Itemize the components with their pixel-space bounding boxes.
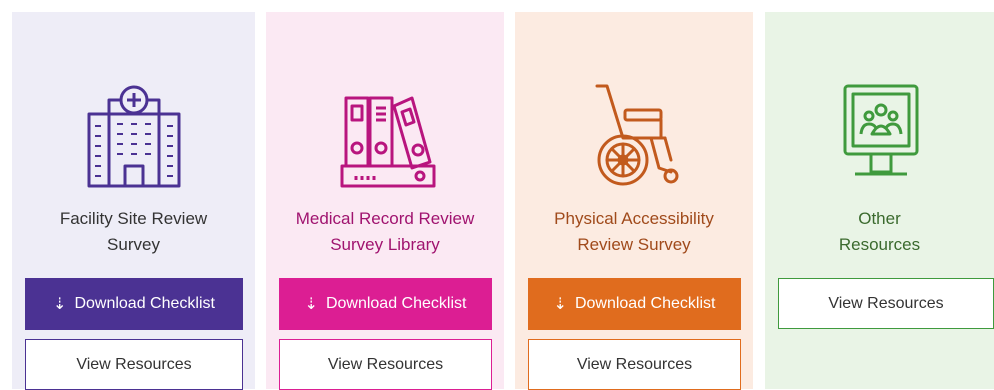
card-title-line2: Survey xyxy=(107,235,160,254)
view-resources-button[interactable]: View Resources xyxy=(528,339,741,390)
view-resources-button[interactable]: View Resources xyxy=(279,339,492,390)
card-title-line1: Physical Accessibility xyxy=(554,209,714,228)
hospital-building-icon xyxy=(79,76,189,192)
card-facility-site-review: Facility Site Review Survey ⇣ Download C… xyxy=(12,12,255,390)
card-title-line2: Survey Library xyxy=(330,235,440,254)
download-checklist-button[interactable]: ⇣ Download Checklist xyxy=(528,278,741,330)
card-title: Medical Record Review Survey Library xyxy=(266,206,504,258)
download-label: Download Checklist xyxy=(574,295,716,312)
card-medical-record-review: Medical Record Review Survey Library ⇣ D… xyxy=(266,12,504,390)
download-arrow-icon: ⇣ xyxy=(553,296,567,313)
card-title-line1: Other xyxy=(858,209,901,228)
download-arrow-icon: ⇣ xyxy=(304,296,318,313)
card-title-line1: Facility Site Review xyxy=(59,209,208,228)
download-checklist-button[interactable]: ⇣ Download Checklist xyxy=(25,278,243,330)
download-label: Download Checklist xyxy=(74,295,215,312)
download-label: Download Checklist xyxy=(325,295,467,312)
card-title: Physical Accessibility Review Survey xyxy=(515,206,753,258)
card-title: Facility Site Review Survey xyxy=(12,206,255,258)
view-resources-button[interactable]: View Resources xyxy=(778,278,994,329)
card-title-line2: Review Survey xyxy=(577,235,691,254)
card-other-resources: Other Resources View Resources xyxy=(765,12,994,389)
computer-monitor-people-icon xyxy=(825,76,935,192)
card-title-line2: Resources xyxy=(838,235,921,254)
download-arrow-icon: ⇣ xyxy=(53,296,67,313)
wheelchair-icon xyxy=(579,76,689,192)
card-title-line1: Medical Record Review xyxy=(295,209,475,228)
binders-library-icon xyxy=(330,76,440,192)
card-title: Other Resources xyxy=(765,206,994,258)
card-physical-accessibility-review: Physical Accessibility Review Survey ⇣ D… xyxy=(515,12,753,390)
download-checklist-button[interactable]: ⇣ Download Checklist xyxy=(279,278,492,330)
view-resources-button[interactable]: View Resources xyxy=(25,339,243,390)
